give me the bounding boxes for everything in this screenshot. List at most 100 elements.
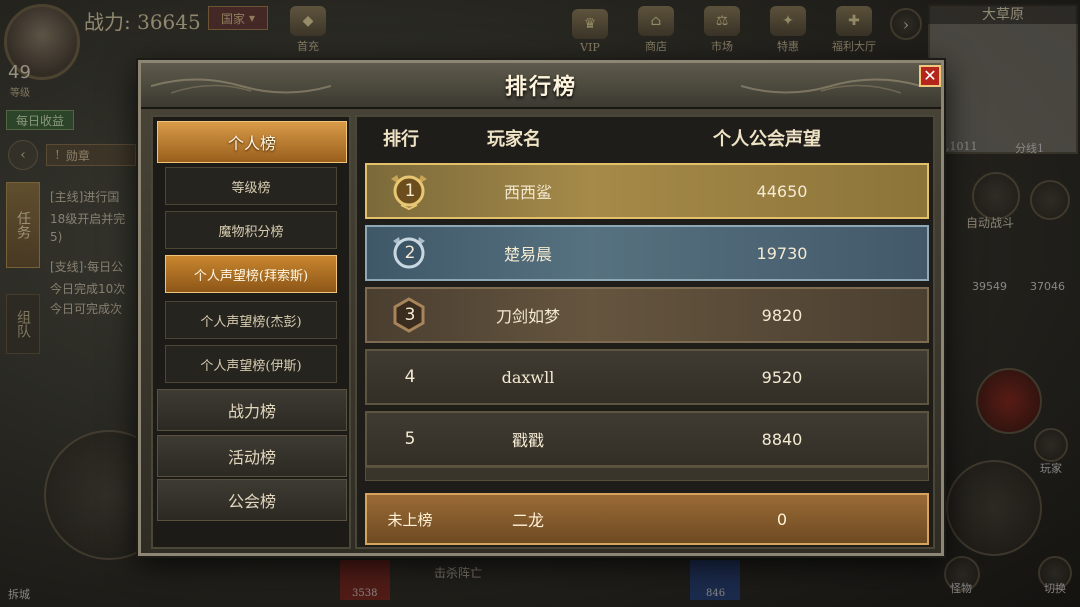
daily-income-button[interactable]: 每日收益 (6, 110, 74, 130)
skill-icon[interactable] (976, 368, 1042, 434)
player-name: 西西鲨 (503, 183, 552, 202)
rank-number: 2 (404, 243, 416, 263)
expand-menu-button[interactable]: › (890, 8, 922, 40)
top-icon-label: 市场 (711, 40, 733, 53)
next-row-peek[interactable] (365, 467, 929, 481)
close-icon[interactable]: ✕ (919, 65, 941, 87)
monster-label: 怪物 (950, 582, 972, 595)
combat-power: 战力: 36645 (84, 10, 201, 34)
dismantle-city-label[interactable]: 拆城 (8, 586, 30, 602)
column-header-reputation: 个人公会声望 (713, 129, 821, 150)
exclamation-icon: ! (55, 148, 60, 162)
tab-guild-ranking[interactable]: 公会榜 (157, 479, 347, 521)
table-row[interactable]: 3 刀剑如梦 9820 (365, 287, 929, 343)
nation-dropdown-label: 国家 (220, 11, 245, 26)
back-arrow-icon[interactable]: ‹ (8, 140, 38, 170)
quest-line: 18级开启并完 (50, 212, 126, 226)
self-rank-row: 未上榜 二龙 0 (365, 493, 929, 545)
rank-number: 5 (404, 429, 416, 449)
attack-swords-icon[interactable] (946, 460, 1042, 556)
gift-box-icon: ✦ (770, 6, 806, 36)
bag-icon: ✚ (836, 6, 872, 36)
ranking-dialog: 排行榜 ✕ 个人榜 等级榜 魔物积分榜 个人声望榜(拜索斯) 个人声望榜(杰彭)… (138, 60, 944, 556)
crown-icon: ♛ (572, 9, 608, 39)
switch-label: 切换 (1044, 582, 1066, 595)
chevron-down-icon: ▾ (248, 11, 256, 25)
ranking-category-sidebar: 个人榜 等级榜 魔物积分榜 个人声望榜(拜索斯) 个人声望榜(杰彭) 个人声望榜… (151, 115, 351, 549)
dialog-header: 排行榜 ✕ (141, 63, 941, 109)
player-name: 刀剑如梦 (495, 307, 560, 326)
player-name: daxwll (501, 367, 555, 387)
reputation-score: 19730 (756, 243, 808, 263)
quest-line: 今日完成10次 (50, 282, 126, 296)
vip-button[interactable]: ♛ VIP (560, 2, 620, 54)
kill-death-label: 击杀阵亡 (434, 566, 483, 580)
shield-icon[interactable] (1030, 180, 1070, 220)
rank-number: 1 (404, 181, 416, 201)
reputation-score: 44650 (756, 181, 808, 201)
minimap[interactable] (928, 4, 1078, 154)
resource-counter: 39549 (972, 280, 1007, 293)
rank-number: 4 (404, 367, 416, 387)
tab-level-ranking[interactable]: 等级榜 (165, 167, 337, 205)
table-row[interactable]: 2 楚易晨 19730 (365, 225, 929, 281)
quest-line[interactable]: [主线]进行国 (50, 188, 119, 205)
top-icon-label: 福利大厅 (832, 40, 876, 53)
chevron-right-icon: › (902, 14, 910, 34)
player-level: 49 (8, 62, 31, 83)
quest-line: 5) (50, 230, 63, 244)
top-icon-label: 首充 (297, 40, 319, 53)
minimap-channel[interactable]: 分线1 (1015, 140, 1044, 156)
ranking-table: 排行 玩家名 个人公会声望 1 西西鲨 44650 2 楚易晨 19730 3 … (355, 115, 935, 549)
auto-battle-label[interactable]: 自动战斗 (966, 214, 1014, 231)
swords-icon[interactable] (972, 172, 1020, 220)
player-label[interactable]: 玩家 (1040, 460, 1062, 476)
tab-reputation-baisuosi[interactable]: 个人声望榜(拜索斯) (165, 255, 337, 293)
reputation-score: 8840 (761, 429, 803, 449)
column-header-player: 玩家名 (487, 129, 541, 150)
nation-dropdown[interactable]: 国家 ▾ (208, 6, 268, 30)
self-score: 0 (776, 509, 788, 529)
minimap-title: 大草原 (928, 4, 1078, 24)
special-offer-button[interactable]: ✦ 特惠 (758, 2, 818, 54)
player-name: 戳戳 (511, 431, 544, 450)
column-header-rank: 排行 (383, 129, 419, 150)
table-row[interactable]: 1 西西鲨 44650 (365, 163, 929, 219)
task-tab[interactable]: 任务 (6, 182, 40, 268)
resource-counter: 37046 (1030, 280, 1065, 293)
market-button[interactable]: ⚖ 市场 (692, 2, 752, 54)
self-rank: 未上榜 (387, 510, 433, 529)
self-name: 二龙 (511, 511, 544, 530)
tab-reputation-jiepeng[interactable]: 个人声望榜(杰彭) (165, 301, 337, 339)
welfare-hall-button[interactable]: ✚ 福利大厅 (824, 2, 884, 54)
top-icon-label: 商店 (645, 40, 667, 53)
person-icon[interactable] (1034, 428, 1068, 462)
shop-button[interactable]: ⌂ 商店 (626, 2, 686, 54)
reputation-score: 9820 (761, 305, 803, 325)
player-level-label: 等级 (10, 88, 30, 99)
tab-personal-ranking[interactable]: 个人榜 (157, 121, 347, 163)
tab-event-ranking[interactable]: 活动榜 (157, 435, 347, 477)
mana-value: 846 (706, 588, 726, 599)
quest-line: 今日可完成次 (50, 302, 123, 316)
table-row[interactable]: 4 daxwll 9520 (365, 349, 929, 405)
rank-number: 3 (404, 305, 416, 325)
medal-label: 勋章 (65, 148, 90, 163)
top-icon-label: 特惠 (777, 40, 799, 53)
health-value: 3538 (352, 588, 378, 599)
quest-line[interactable]: [支线]·每日公 (50, 258, 123, 275)
tab-power-ranking[interactable]: 战力榜 (157, 389, 347, 431)
medal-button[interactable]: ! 勋章 (46, 144, 136, 166)
tab-monster-points-ranking[interactable]: 魔物积分榜 (165, 211, 337, 249)
shop-icon: ⌂ (638, 6, 674, 36)
top-icon-label: VIP (580, 41, 600, 54)
scales-icon: ⚖ (704, 6, 740, 36)
reputation-score: 9520 (761, 367, 803, 387)
tab-reputation-yisi[interactable]: 个人声望榜(伊斯) (165, 345, 337, 383)
gift-icon: ◆ (290, 6, 326, 36)
dialog-title: 排行榜 (504, 74, 577, 100)
table-row[interactable]: 5 戳戳 8840 (365, 411, 929, 467)
player-name: 楚易晨 (503, 245, 552, 264)
first-recharge-button[interactable]: ◆ 首充 (278, 2, 338, 54)
team-tab[interactable]: 组队 (6, 294, 40, 354)
